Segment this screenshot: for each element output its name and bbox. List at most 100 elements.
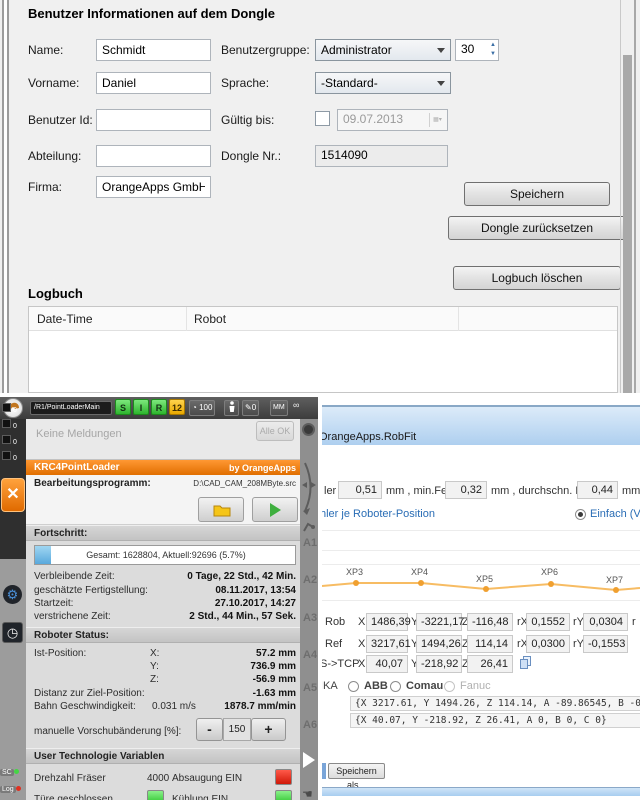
status-robot-interpreter[interactable]: R <box>151 399 167 415</box>
min-fehler-field[interactable]: 0,32 <box>445 481 487 499</box>
jog-key-icon[interactable] <box>2 403 11 412</box>
calendar-dropdown-icon[interactable]: ▦▾ <box>429 113 445 127</box>
override-indicator[interactable]: ◔ 100 <box>189 400 216 416</box>
spinner-up-icon[interactable]: ▲ ▼ <box>490 41 496 59</box>
scrollbar-thumb[interactable] <box>623 55 632 393</box>
feed-minus-button[interactable]: - <box>196 718 223 741</box>
robot-status-header: Roboter Status: <box>26 627 300 643</box>
abb-radio[interactable] <box>348 681 359 692</box>
speichern-button[interactable]: Speichern <box>464 182 610 206</box>
start-button[interactable] <box>252 497 298 522</box>
hand-jog-icon[interactable]: ☚ <box>302 787 313 800</box>
fanuc-radio[interactable] <box>444 681 455 692</box>
benutzer-id-label: Benutzer Id: <box>28 113 93 127</box>
pose-code-line-1[interactable]: {X 3217.61, Y 1494.26, Z 114.14, A -89.8… <box>350 696 640 711</box>
fanuc-radio-label: Fanuc <box>460 680 491 692</box>
gauge-icon: ◔ <box>192 403 200 412</box>
sprache-dropdown[interactable]: -Standard- <box>315 72 451 94</box>
tcp-z-field[interactable]: 26,41 <box>467 655 513 673</box>
rob-x-field[interactable]: 1486,39 <box>366 613 411 631</box>
infinity-indicator: ∞ <box>293 400 300 410</box>
jog-increment-value: 0 <box>251 403 257 412</box>
feed-plus-button[interactable]: + <box>251 718 286 741</box>
ref-y-field[interactable]: 1494,26 <box>416 635 462 653</box>
rob-z-field[interactable]: -116,48 <box>467 613 513 631</box>
rob-rx-field[interactable]: 0,1552 <box>526 613 570 631</box>
smartpad-main: Keine Meldungen Alle OK KRC4PointLoader … <box>26 419 300 800</box>
mode-indicator[interactable] <box>224 400 239 416</box>
status-drives[interactable]: I <box>133 399 149 415</box>
jog-display-2: 0 <box>2 419 17 430</box>
jog-key-icon[interactable] <box>2 419 11 428</box>
space-mouse-arc-icon[interactable] <box>301 459 317 515</box>
jog-display-3: 0 <box>2 435 17 446</box>
comau-radio[interactable] <box>390 681 401 692</box>
globe-icon[interactable] <box>302 423 315 436</box>
column-divider <box>186 307 187 331</box>
play-arrow-icon[interactable] <box>303 752 315 768</box>
ref-rx-field[interactable]: 0,0300 <box>526 635 570 653</box>
max-fehler-field[interactable]: 0,51 <box>338 481 382 499</box>
rob-y-field[interactable]: -3221,17 <box>416 613 464 631</box>
column-divider <box>458 307 459 331</box>
remaining-value: 0 Tage, 22 Std., 42 Min. <box>187 571 296 582</box>
absaugung-label: Absaugung EIN <box>172 773 243 784</box>
avg-fehler-field[interactable]: 0,44 <box>577 481 618 499</box>
level-spinner[interactable]: 30 ▲ ▼ <box>455 39 499 61</box>
logbuch-col-datetime[interactable]: Date-Time <box>37 312 93 326</box>
folder-icon <box>213 505 231 517</box>
chart-point-xp7[interactable] <box>613 587 619 593</box>
benutzer-id-input[interactable] <box>96 109 211 131</box>
chart-point-xp5[interactable] <box>483 586 489 592</box>
status-submit-interpreter[interactable]: S <box>115 399 131 415</box>
ref-x-field[interactable]: 3217,61 <box>366 635 411 653</box>
abteilung-label: Abteilung: <box>28 149 82 163</box>
section-title-link[interactable]: hler je Roboter-Position <box>322 508 435 520</box>
jog-key-icon[interactable] <box>2 435 11 444</box>
start-time-value: 27.10.2017, 14:27 <box>214 598 296 609</box>
active-program-name[interactable]: /R1/PointLoaderMain <box>30 401 112 415</box>
coordinate-system-indicator[interactable]: MM <box>270 400 288 416</box>
dongle-nr-label: Dongle Nr.: <box>221 149 282 163</box>
dongle-zuruecksetzen-button[interactable]: Dongle zurücksetzen <box>448 216 626 240</box>
screen: Benutzer Informationen auf dem Dongle Na… <box>0 0 640 800</box>
copy-icon[interactable] <box>520 656 534 670</box>
abteilung-input[interactable] <box>96 145 211 167</box>
firma-input[interactable] <box>96 176 211 198</box>
benutzergruppe-dropdown[interactable]: Administrator <box>315 39 451 61</box>
einfach-radio[interactable] <box>575 509 586 520</box>
robot-icon[interactable] <box>302 519 316 533</box>
jog-increment-indicator[interactable]: ✎0 <box>242 400 260 416</box>
pose-code-line-2[interactable]: {X 40.07, Y -218.92, Z 26.41, A 0, B 0, … <box>350 713 640 728</box>
finish-value: 08.11.2017, 13:54 <box>215 585 296 596</box>
open-file-button[interactable] <box>198 497 244 522</box>
ist-position-label: Ist-Position: <box>34 648 87 659</box>
tcp-y-field[interactable]: -218,92 <box>416 655 462 673</box>
settings-button[interactable]: ⚙ <box>3 585 22 604</box>
program-label: Bearbeitungsprogramm: <box>34 478 151 489</box>
timer-button[interactable]: ◷ <box>2 622 23 643</box>
name-input[interactable] <box>96 39 211 61</box>
elapsed-value: 2 Std., 44 Min., 57 Sek. <box>189 611 296 622</box>
chart-point-xp4[interactable] <box>418 580 424 586</box>
robfit-titlebar[interactable]: OrangeApps.RobFit <box>322 405 640 445</box>
robfit-window-title: OrangeApps.RobFit <box>322 431 417 443</box>
save-as-button[interactable]: Speichern als... <box>328 763 385 790</box>
chart-point-xp3[interactable] <box>353 580 359 586</box>
axis-label-a4: A4 <box>303 649 318 661</box>
close-app-button[interactable]: ✕ <box>1 478 25 512</box>
logbuch-loeschen-button[interactable]: Logbuch löschen <box>453 266 621 290</box>
ref-z-field[interactable]: 114,14 <box>467 635 513 653</box>
logbuch-col-robot[interactable]: Robot <box>194 312 226 326</box>
status-tool-number[interactable]: 12 <box>169 399 185 415</box>
person-icon <box>229 401 234 412</box>
tcp-x-field[interactable]: 40,07 <box>366 655 408 673</box>
vorname-input[interactable] <box>96 72 211 94</box>
jog-key-icon[interactable] <box>2 451 11 460</box>
rob-ry-field[interactable]: 0,0304 <box>583 613 628 631</box>
gueltig-bis-checkbox[interactable] <box>315 111 330 126</box>
ref-ry-field[interactable]: -0,1553 <box>583 635 628 653</box>
gueltig-bis-date-field[interactable]: 09.07.2013 ▦▾ <box>337 109 448 131</box>
chart-point-xp6[interactable] <box>548 581 554 587</box>
ack-all-button[interactable]: Alle OK <box>256 421 294 441</box>
